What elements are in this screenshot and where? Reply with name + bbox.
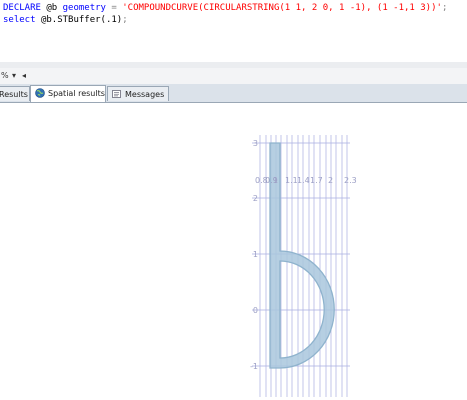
keyword-declare: DECLARE <box>3 3 41 13</box>
x-tick-label: 2.3 <box>344 176 357 185</box>
spatial-canvas[interactable]: 3210-1 0.80.91 1.1 1.4 1.7 2 2.3 <box>0 103 467 400</box>
x-tick-label: 1.1 <box>285 176 298 185</box>
keyword-geometry: geometry <box>62 3 106 13</box>
tab-spatial-results[interactable]: Spatial results <box>30 85 106 102</box>
code-line-2: select @b.STBuffer(.1); <box>3 15 128 26</box>
y-tick-label: 2 <box>253 194 258 203</box>
semicolon: ; <box>122 15 128 25</box>
operator-equals: = <box>111 3 117 13</box>
tab-spatial-results-label: Spatial results <box>48 89 105 98</box>
y-tick-label: 0 <box>253 306 258 315</box>
results-tab-strip: Results Spatial results Messages <box>0 84 467 103</box>
dropdown-icon[interactable]: ▾ <box>12 71 16 80</box>
globe-icon <box>35 88 45 98</box>
y-axis-labels: 3 2 1 0 -1 <box>250 139 258 371</box>
tab-results-label: Results <box>0 90 28 99</box>
code-line-1: DECLARE @b geometry = 'COMPOUNDCURVE(CIR… <box>3 3 447 14</box>
semicolon: ; <box>441 3 448 13</box>
scroll-left-icon[interactable]: ◂ <box>22 71 26 80</box>
x-axis-labels: 0.80.91 1.1 1.4 1.7 2 2.3 <box>255 176 357 185</box>
expression-stbuffer: @b.STBuffer(.1) <box>40 15 123 25</box>
spatial-results-pane[interactable]: 3 2 1 0 -1 0.8 0.9 1 1.1 1.4 1.7 2 2.3 <box>0 103 467 400</box>
y-tick-label: -1 <box>250 362 258 371</box>
x-tick-label: 1 <box>273 176 278 185</box>
zoom-percent[interactable]: % <box>1 71 9 80</box>
results-toolbar: % ▾ ◂ <box>0 68 467 85</box>
variable-b: @b <box>46 3 58 13</box>
string-literal: 'COMPOUNDCURVE(CIRCULARSTRING(1 1, 2 0, … <box>122 3 442 13</box>
tab-messages[interactable]: Messages <box>107 86 169 101</box>
tab-messages-label: Messages <box>125 90 165 99</box>
keyword-select: select <box>3 15 36 25</box>
x-tick-label: 1.7 <box>310 176 323 185</box>
tab-results[interactable]: Results <box>0 86 30 101</box>
y-tick-label: 3 <box>253 139 258 148</box>
messages-icon <box>112 89 122 99</box>
x-tick-label: 1.4 <box>297 176 310 185</box>
y-tick-label: 1 <box>253 250 258 259</box>
sql-editor[interactable]: DECLARE @b geometry = 'COMPOUNDCURVE(CIR… <box>0 0 467 62</box>
x-tick-label: 2 <box>328 176 333 185</box>
